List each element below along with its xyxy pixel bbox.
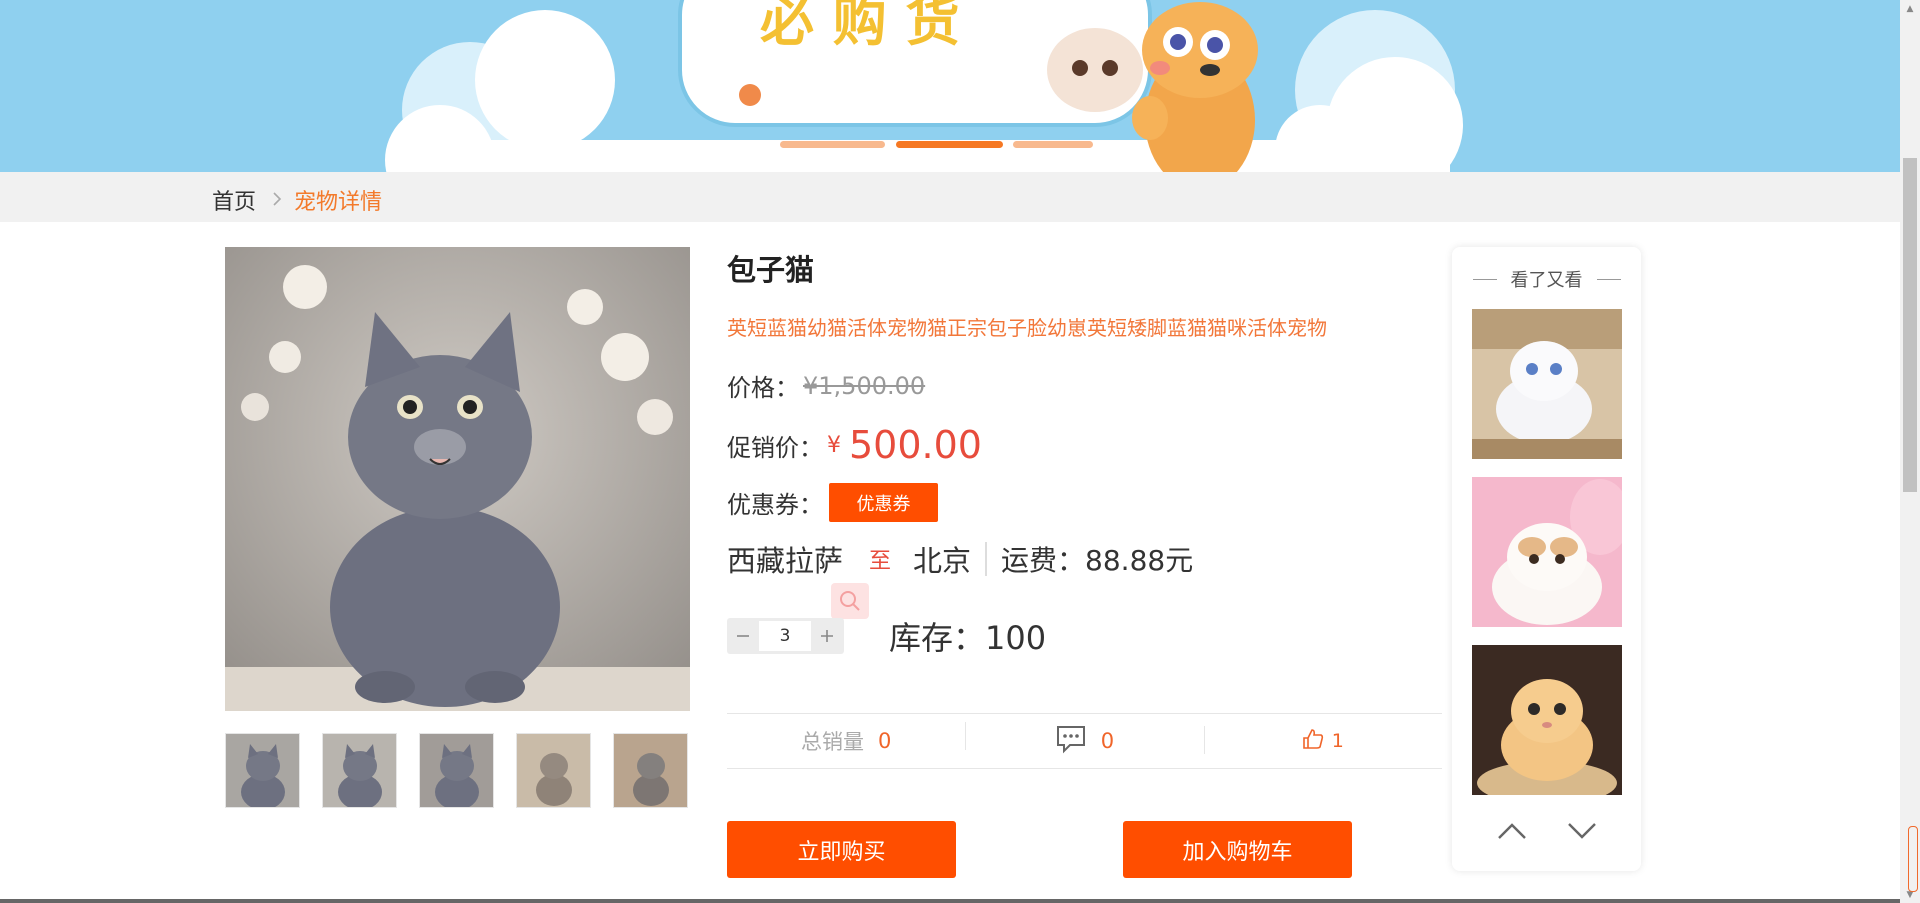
divider: [1596, 278, 1621, 280]
promo-price-label: 促销价：: [727, 433, 823, 462]
sales-label: 总销量: [800, 730, 864, 754]
quantity-stepper: [727, 618, 844, 654]
page-scrollbar[interactable]: ▲ ▼: [1900, 0, 1920, 903]
stock-count: 库存：100: [889, 619, 1047, 657]
divider: [985, 542, 988, 576]
product-subtitle: 英短蓝猫幼猫活体宠物猫正宗包子脸幼崽英短矮脚蓝猫猫咪活体宠物: [727, 316, 1327, 340]
likes-value: 1: [1331, 730, 1344, 752]
banner-dot-2[interactable]: [896, 141, 1003, 148]
thumbnail-2[interactable]: [322, 733, 397, 808]
thumbnail-5[interactable]: [613, 733, 688, 808]
banner-dot-1[interactable]: [780, 141, 885, 148]
add-to-cart-button[interactable]: 加入购物车: [1123, 821, 1352, 878]
minus-icon[interactable]: [727, 618, 759, 654]
comment-icon: [1055, 724, 1087, 759]
shipping-fee: 运费：88.88元: [1001, 544, 1194, 577]
sales-stat: 总销量 0: [727, 726, 965, 756]
coupon-label: 优惠券：: [727, 491, 823, 519]
thumbs-up-icon: [1302, 728, 1324, 755]
original-price-row: 价格： ¥1,500.00: [727, 368, 925, 403]
side-scroll-indicator: [1908, 826, 1918, 892]
recommendation-nav: [1452, 817, 1641, 845]
ship-to[interactable]: 北京: [913, 538, 971, 580]
sales-value: 0: [877, 729, 892, 753]
currency-symbol: ¥: [827, 432, 841, 458]
chevron-right-icon: [272, 188, 282, 212]
ship-from[interactable]: 西藏拉萨: [727, 538, 843, 580]
coupon-button[interactable]: 优惠券: [829, 483, 938, 522]
price-label: 价格：: [727, 374, 799, 402]
recommendation-item-2[interactable]: [1472, 477, 1622, 627]
product-title: 包子猫: [727, 253, 815, 287]
promo-price-row: 促销价： ¥ 500.00: [727, 423, 982, 467]
banner-dot-3[interactable]: [1013, 141, 1093, 148]
chevron-up-icon[interactable]: [1495, 817, 1529, 845]
divider: [1472, 278, 1497, 280]
coupon-row: 优惠券： 优惠券: [727, 483, 938, 522]
promo-price: 500.00: [849, 423, 982, 467]
product-main-image[interactable]: [225, 247, 690, 711]
shipping-row: 西藏拉萨 至 北京 运费：88.88元: [727, 538, 1193, 580]
thumbnail-4[interactable]: [516, 733, 591, 808]
breadcrumb-current: 宠物详情: [294, 190, 383, 215]
likes-stat[interactable]: 1: [1203, 725, 1442, 755]
plus-icon[interactable]: [811, 618, 843, 654]
original-price: ¥1,500.00: [803, 371, 926, 400]
thumbnail-strip: [225, 733, 688, 808]
comments-value: 0: [1100, 729, 1115, 753]
thumbnail-1[interactable]: [225, 733, 300, 808]
comments-stat[interactable]: 0: [965, 721, 1203, 759]
recommendation-panel: 看了又看: [1452, 247, 1641, 871]
search-icon[interactable]: [831, 583, 869, 619]
chevron-down-icon[interactable]: [1565, 817, 1599, 845]
breadcrumb-home-link[interactable]: 首页: [212, 184, 256, 216]
thumbnail-3[interactable]: [419, 733, 494, 808]
breadcrumb-bar: 首页 宠物详情: [0, 172, 1900, 222]
scrollbar-thumb[interactable]: [1903, 158, 1917, 492]
recommendation-header: 看了又看: [1452, 266, 1641, 292]
quantity-input[interactable]: [759, 621, 811, 651]
recommendation-item-3[interactable]: [1472, 645, 1622, 795]
svg-text:必 购 货: 必 购 货: [760, 0, 960, 53]
scroll-up-icon[interactable]: ▲: [1900, 0, 1920, 17]
recommendation-item-1[interactable]: [1472, 309, 1622, 459]
stats-bar: 总销量 0 0 1: [727, 713, 1442, 769]
ship-to-word: 至: [869, 549, 892, 574]
buy-now-button[interactable]: 立即购买: [727, 821, 956, 878]
breadcrumb: 首页 宠物详情: [212, 184, 382, 216]
top-banner[interactable]: 必 购 货: [0, 0, 1920, 172]
recommendation-title: 看了又看: [1510, 270, 1583, 291]
window-bottom-edge: [0, 899, 1900, 903]
